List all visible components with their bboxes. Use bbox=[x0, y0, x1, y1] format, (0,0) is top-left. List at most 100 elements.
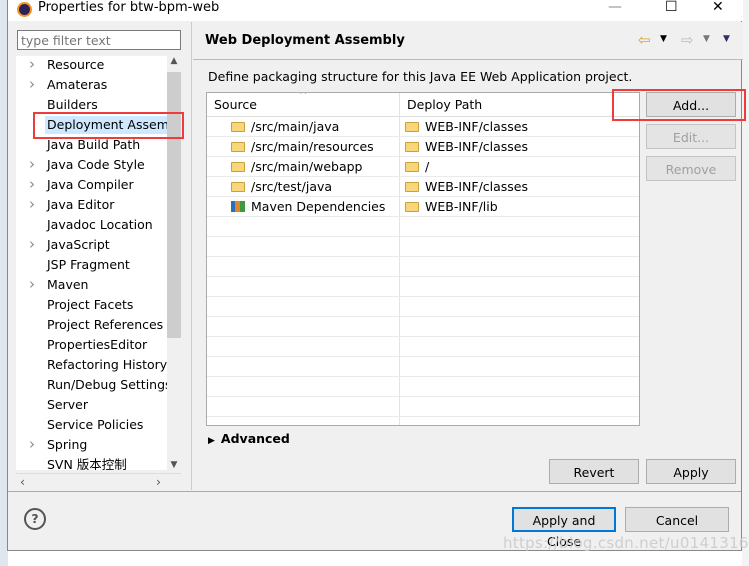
edit-button[interactable]: Edit... bbox=[646, 124, 736, 149]
table-row bbox=[207, 257, 639, 277]
tree-item[interactable]: › Amateras bbox=[16, 75, 175, 96]
source-text: /src/main/webapp bbox=[251, 159, 363, 174]
tree-item-label: Java Code Style bbox=[47, 157, 145, 172]
expand-chevron-icon[interactable]: › bbox=[29, 195, 35, 213]
assembly-table: Source ^ Deploy Path /src/main/java WEB-IN… bbox=[206, 92, 640, 426]
source-cell: /src/test/java bbox=[231, 177, 332, 197]
tree-item[interactable]: Run/Debug Settings bbox=[16, 376, 175, 396]
source-text: /src/main/java bbox=[251, 119, 340, 134]
deploy-path-text: WEB-INF/lib bbox=[425, 199, 498, 214]
table-row bbox=[207, 237, 639, 257]
expand-chevron-icon[interactable]: › bbox=[29, 235, 35, 253]
tree-item[interactable]: SVN 版本控制 bbox=[16, 456, 175, 470]
folder-icon bbox=[231, 162, 245, 172]
expand-chevron-icon[interactable]: › bbox=[29, 175, 35, 193]
source-text: Maven Dependencies bbox=[251, 199, 386, 214]
table-row[interactable]: /src/test/java WEB-INF/classes bbox=[207, 177, 639, 197]
tree-item-label: PropertiesEditor bbox=[47, 337, 148, 352]
tree-item[interactable]: Java Build Path bbox=[16, 136, 175, 156]
tree-item-label: Java Editor bbox=[47, 197, 115, 212]
forward-arrow-icon[interactable]: ⇨ bbox=[681, 31, 694, 49]
table-row bbox=[207, 217, 639, 237]
tree-item[interactable]: › JavaScript bbox=[16, 235, 175, 256]
view-menu-icon[interactable]: ▼ bbox=[723, 34, 730, 44]
source-cell: /src/main/java bbox=[231, 117, 339, 137]
source-cell: /src/main/webapp bbox=[231, 157, 363, 177]
table-row bbox=[207, 397, 639, 417]
remove-button[interactable]: Remove bbox=[646, 156, 736, 181]
folder-icon bbox=[405, 182, 419, 192]
back-arrow-icon[interactable]: ⇦ bbox=[638, 31, 651, 49]
tree-item-label: Spring bbox=[47, 437, 88, 452]
table-row[interactable]: /src/main/webapp / bbox=[207, 157, 639, 177]
tree-item-label: Server bbox=[47, 397, 88, 412]
tree-item[interactable]: Project References bbox=[16, 316, 175, 336]
table-row bbox=[207, 357, 639, 377]
tree-item[interactable]: › Spring bbox=[16, 435, 175, 456]
highlight-box-deployment-assembly bbox=[33, 112, 184, 139]
tree-item[interactable]: › Maven bbox=[16, 275, 175, 296]
tree-item-label: Resource bbox=[47, 57, 105, 72]
folder-icon bbox=[405, 142, 419, 152]
pane-divider[interactable] bbox=[191, 22, 192, 490]
expand-arrow-icon: ▶ bbox=[208, 436, 215, 446]
tree-item[interactable]: PropertiesEditor bbox=[16, 336, 175, 356]
source-text: /src/main/resources bbox=[251, 139, 374, 154]
highlight-box-add bbox=[612, 89, 746, 121]
forward-dropdown-icon[interactable]: ▼ bbox=[703, 34, 710, 44]
expand-chevron-icon[interactable]: › bbox=[29, 56, 35, 73]
page-title: Web Deployment Assembly bbox=[205, 33, 405, 48]
deploy-path-cell: WEB-INF/classes bbox=[405, 117, 528, 137]
minimize-button[interactable]: — bbox=[608, 0, 622, 15]
table-row[interactable]: /src/main/java WEB-INF/classes bbox=[207, 117, 639, 137]
deploy-path-cell: WEB-INF/lib bbox=[405, 197, 498, 217]
tree-item[interactable]: › Java Code Style bbox=[16, 155, 175, 176]
tree-item-label: Java Compiler bbox=[47, 177, 134, 192]
page-header: Web Deployment Assembly ⇦ ▼ ⇨ ▼ ▼ bbox=[193, 22, 743, 60]
advanced-label: Advanced bbox=[220, 431, 290, 446]
cancel-button[interactable]: Cancel bbox=[625, 507, 729, 532]
expand-chevron-icon[interactable]: › bbox=[29, 435, 35, 453]
expand-chevron-icon[interactable]: › bbox=[29, 275, 35, 293]
maximize-button[interactable]: ☐ bbox=[665, 0, 678, 15]
table-row[interactable]: Maven Dependencies WEB-INF/lib bbox=[207, 197, 639, 217]
tree-item[interactable]: Service Policies bbox=[16, 416, 175, 436]
tree-item[interactable]: JSP Fragment bbox=[16, 256, 175, 276]
tree-item-label: JSP Fragment bbox=[47, 257, 130, 272]
maven-library-icon bbox=[231, 201, 245, 212]
folder-icon bbox=[231, 122, 245, 132]
back-dropdown-icon[interactable]: ▼ bbox=[660, 34, 667, 44]
expand-chevron-icon[interactable]: › bbox=[29, 75, 35, 93]
tree-item[interactable]: Javadoc Location bbox=[16, 216, 175, 236]
tree-item[interactable]: Server bbox=[16, 396, 175, 416]
tree-item[interactable]: › Resource bbox=[16, 56, 175, 76]
title-bar: Properties for btw-bpm-web — ☐ ✕ bbox=[8, 0, 743, 21]
tree-item-label: Javadoc Location bbox=[47, 217, 153, 232]
deploy-path-text: / bbox=[425, 159, 430, 174]
revert-button[interactable]: Revert bbox=[549, 459, 639, 484]
table-row[interactable]: /src/main/resources WEB-INF/classes bbox=[207, 137, 639, 157]
source-text: /src/test/java bbox=[251, 179, 333, 194]
table-row bbox=[207, 277, 639, 297]
column-header-deploy-path[interactable]: Deploy Path bbox=[400, 93, 639, 117]
tree-item-label: Project Facets bbox=[47, 297, 134, 312]
tree-item[interactable]: › Java Editor bbox=[16, 195, 175, 216]
tree-item-label: JavaScript bbox=[47, 237, 110, 252]
tree-item-label: Service Policies bbox=[47, 417, 144, 432]
expand-chevron-icon[interactable]: › bbox=[29, 155, 35, 173]
apply-button[interactable]: Apply bbox=[646, 459, 736, 484]
apply-and-close-button[interactable]: Apply and Close bbox=[512, 507, 616, 549]
tree-horizontal-scrollbar[interactable]: ‹ › bbox=[16, 473, 181, 490]
tree-item[interactable]: Project Facets bbox=[16, 296, 175, 316]
background-window-right bbox=[742, 0, 749, 566]
tree-item[interactable]: Refactoring History bbox=[16, 356, 175, 376]
tree-item[interactable]: › Java Compiler bbox=[16, 175, 175, 196]
advanced-section-toggle[interactable]: ▶ Advanced bbox=[208, 431, 290, 446]
deploy-path-cell: WEB-INF/classes bbox=[405, 137, 528, 157]
filter-input[interactable] bbox=[17, 30, 181, 50]
folder-icon bbox=[405, 122, 419, 132]
close-button[interactable]: ✕ bbox=[712, 0, 724, 15]
column-header-source[interactable]: Source ^ bbox=[207, 93, 399, 117]
tree-item-label: Project References bbox=[47, 317, 164, 332]
help-button[interactable]: ? bbox=[24, 508, 46, 530]
